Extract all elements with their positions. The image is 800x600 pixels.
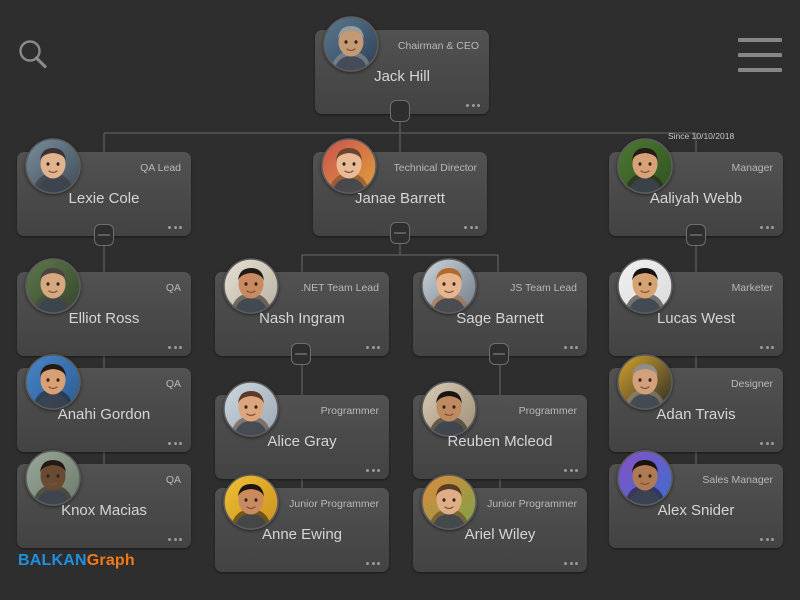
node-menu-dots-icon[interactable] bbox=[168, 346, 182, 349]
node-anne-ewing[interactable]: Junior Programmer Anne Ewing bbox=[215, 474, 389, 572]
node-title: QA bbox=[165, 282, 181, 294]
node-name: Aaliyah Webb bbox=[649, 190, 743, 207]
node-menu-dots-icon[interactable] bbox=[760, 226, 774, 229]
node-title: Designer bbox=[730, 378, 773, 390]
avatar-sage-barnett bbox=[421, 258, 477, 314]
node-name: Janae Barrett bbox=[354, 190, 446, 207]
node-title: JS Team Lead bbox=[510, 282, 577, 294]
avatar-alice-gray bbox=[223, 381, 279, 437]
avatar-elliot-ross bbox=[25, 258, 81, 314]
node-menu-dots-icon[interactable] bbox=[760, 346, 774, 349]
node-elliot-ross[interactable]: QA Elliot Ross bbox=[17, 258, 191, 356]
toggle-nash-ingram[interactable] bbox=[291, 343, 311, 365]
hamburger-menu-icon[interactable] bbox=[738, 38, 782, 72]
node-name: Elliot Ross bbox=[68, 310, 140, 327]
node-menu-dots-icon[interactable] bbox=[366, 469, 380, 472]
node-menu-dots-icon[interactable] bbox=[366, 562, 380, 565]
toggle-lexie-cole[interactable] bbox=[94, 224, 114, 246]
avatar-lexie-cole bbox=[25, 138, 81, 194]
collapse-minus-icon bbox=[690, 234, 702, 236]
collapse-minus-icon bbox=[98, 234, 110, 236]
menu-line-2 bbox=[738, 53, 782, 57]
node-name: Lexie Cole bbox=[68, 190, 140, 207]
node-name: Anne Ewing bbox=[261, 526, 343, 543]
node-menu-dots-icon[interactable] bbox=[168, 538, 182, 541]
collapse-minus-icon bbox=[394, 232, 406, 234]
node-menu-dots-icon[interactable] bbox=[168, 226, 182, 229]
toggle-aaliyah-webb[interactable] bbox=[686, 224, 706, 246]
watermark-balkan: BALKAN bbox=[18, 552, 87, 569]
node-name: Adan Travis bbox=[656, 406, 736, 423]
node-title: .NET Team Lead bbox=[300, 282, 379, 294]
avatar-ariel-wiley bbox=[421, 474, 477, 530]
node-title: QA Lead bbox=[140, 162, 181, 174]
node-menu-dots-icon[interactable] bbox=[168, 442, 182, 445]
node-title: QA bbox=[165, 378, 181, 390]
avatar-adan-travis bbox=[617, 354, 673, 410]
node-ariel-wiley[interactable]: Junior Programmer Ariel Wiley bbox=[413, 474, 587, 572]
node-title: Programmer bbox=[320, 405, 379, 417]
avatar-aaliyah-webb bbox=[617, 138, 673, 194]
node-adan-travis[interactable]: Designer Adan Travis bbox=[609, 354, 783, 452]
collapse-minus-icon bbox=[493, 353, 505, 355]
node-menu-dots-icon[interactable] bbox=[464, 226, 478, 229]
avatar-alex-snider bbox=[617, 450, 673, 506]
search-icon[interactable] bbox=[14, 36, 52, 74]
node-menu-dots-icon[interactable] bbox=[760, 538, 774, 541]
collapse-minus-icon bbox=[295, 353, 307, 355]
node-anahi-gordon[interactable]: QA Anahi Gordon bbox=[17, 354, 191, 452]
node-title: Technical Director bbox=[393, 162, 477, 174]
avatar-jack-hill bbox=[323, 16, 379, 72]
node-title: Manager bbox=[731, 162, 773, 174]
node-reuben-mcleod[interactable]: Programmer Reuben Mcleod bbox=[413, 381, 587, 479]
node-title: Chairman & CEO bbox=[397, 40, 479, 52]
node-lucas-west[interactable]: Marketer Lucas West bbox=[609, 258, 783, 356]
node-name: Jack Hill bbox=[374, 68, 430, 85]
avatar-janae-barrett bbox=[321, 138, 377, 194]
node-menu-dots-icon[interactable] bbox=[564, 346, 578, 349]
node-title: Junior Programmer bbox=[289, 498, 379, 510]
node-title: Marketer bbox=[731, 282, 773, 294]
node-alex-snider[interactable]: Sales Manager Alex Snider bbox=[609, 450, 783, 548]
avatar-lucas-west bbox=[617, 258, 673, 314]
node-name: Reuben Mcleod bbox=[447, 433, 553, 450]
node-title: Programmer bbox=[518, 405, 577, 417]
node-title: Sales Manager bbox=[702, 474, 773, 486]
menu-line-1 bbox=[738, 38, 782, 42]
node-name: Nash Ingram bbox=[259, 310, 345, 327]
node-menu-dots-icon[interactable] bbox=[564, 469, 578, 472]
node-name: Anahi Gordon bbox=[57, 406, 151, 423]
menu-line-3 bbox=[738, 68, 782, 72]
edge-label-since: Since 10/10/2018 bbox=[668, 131, 735, 141]
node-menu-dots-icon[interactable] bbox=[760, 442, 774, 445]
org-chart-canvas[interactable]: BALKANGraph Chairman & CEO Jack Hill QA … bbox=[0, 0, 800, 600]
toggle-sage-barnett[interactable] bbox=[489, 343, 509, 365]
node-menu-dots-icon[interactable] bbox=[366, 346, 380, 349]
balkangraph-watermark: BALKANGraph bbox=[18, 552, 135, 570]
node-alice-gray[interactable]: Programmer Alice Gray bbox=[215, 381, 389, 479]
node-title: QA bbox=[165, 474, 181, 486]
node-name: Alex Snider bbox=[657, 502, 735, 519]
avatar-nash-ingram bbox=[223, 258, 279, 314]
avatar-anne-ewing bbox=[223, 474, 279, 530]
watermark-graph: Graph bbox=[86, 552, 135, 569]
node-name: Knox Macias bbox=[61, 502, 147, 519]
toggle-jack-hill[interactable] bbox=[390, 100, 410, 122]
node-title: Junior Programmer bbox=[487, 498, 577, 510]
node-name: Lucas West bbox=[656, 310, 736, 327]
node-menu-dots-icon[interactable] bbox=[466, 104, 480, 107]
avatar-anahi-gordon bbox=[25, 354, 81, 410]
node-menu-dots-icon[interactable] bbox=[564, 562, 578, 565]
node-name: Alice Gray bbox=[267, 433, 337, 450]
toggle-janae-barrett[interactable] bbox=[390, 222, 410, 244]
node-name: Ariel Wiley bbox=[464, 526, 536, 543]
avatar-reuben-mcleod bbox=[421, 381, 477, 437]
avatar-knox-macias bbox=[25, 450, 81, 506]
node-name: Sage Barnett bbox=[456, 310, 544, 327]
node-knox-macias[interactable]: QA Knox Macias bbox=[17, 450, 191, 548]
